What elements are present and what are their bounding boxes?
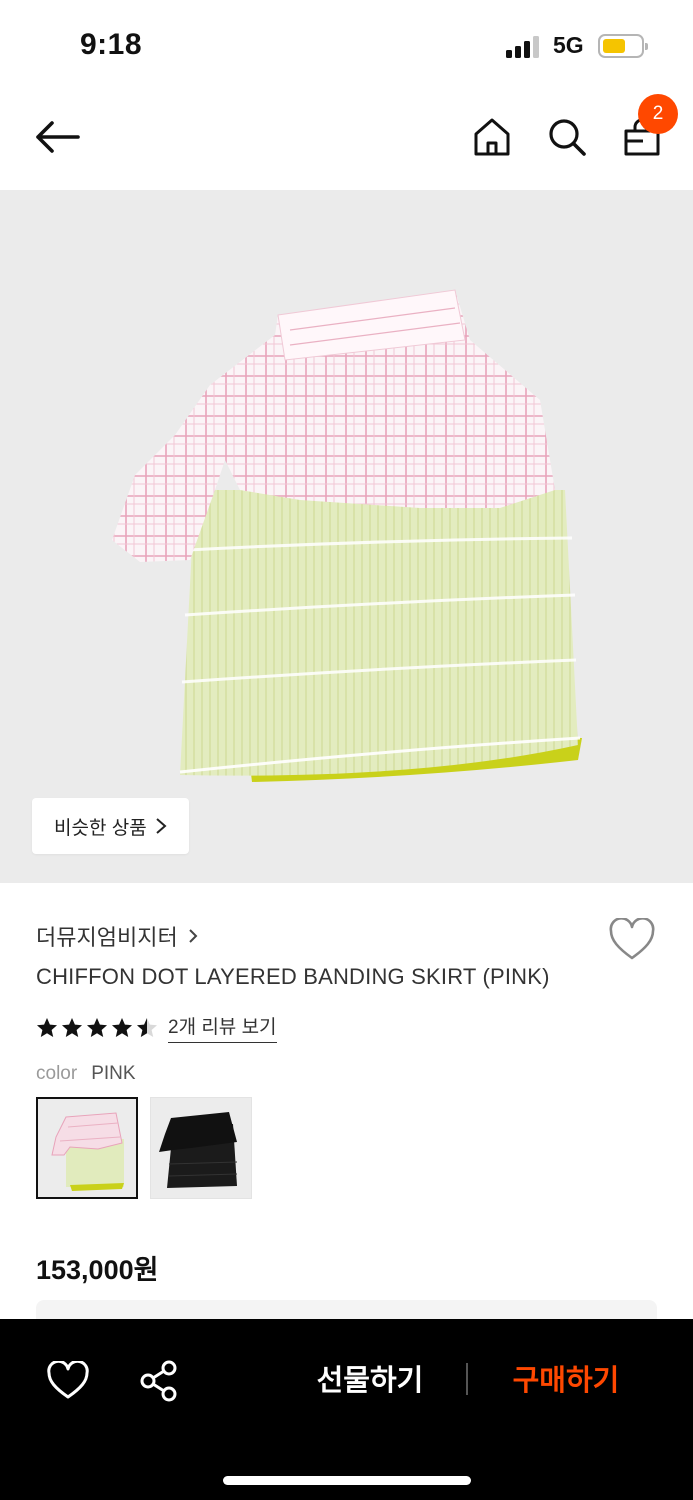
similar-products-label: 비슷한 상품 [54, 817, 147, 839]
network-label: 5G [553, 32, 584, 58]
home-indicator [223, 1476, 471, 1485]
review-link[interactable]: 2개 리뷰 보기 [168, 1012, 277, 1043]
product-photo [112, 289, 582, 782]
color-label: color [36, 1063, 78, 1084]
home-button[interactable] [468, 112, 516, 162]
home-icon [474, 118, 510, 156]
star-icon [62, 1017, 82, 1037]
cart-count-badge: 2 [638, 94, 678, 134]
bottom-action-bar: 선물하기 구매하기 [0, 1319, 693, 1500]
swatch-black-thumbnail [159, 1112, 238, 1188]
buy-button[interactable]: 구매하기 [496, 1359, 636, 1403]
product-title: CHIFFON DOT LAYERED BANDING SKIRT (PINK) [36, 964, 550, 989]
color-swatch-pink[interactable] [36, 1097, 138, 1199]
share-icon [140, 1360, 177, 1402]
rating-row: 2개 리뷰 보기 [36, 1012, 277, 1043]
similar-products-button[interactable]: 비슷한 상품 [32, 798, 189, 854]
divider [466, 1363, 468, 1395]
color-swatch-black[interactable] [150, 1097, 252, 1199]
rating-stars [36, 1017, 158, 1039]
brand-name: 더뮤지엄비지터 [36, 925, 178, 950]
wishlist-button[interactable] [608, 917, 656, 962]
top-nav-bar [0, 90, 693, 190]
swatch-pink-thumbnail [51, 1112, 124, 1191]
color-option-row: color PINK [36, 1063, 136, 1085]
price: 153,000원 [36, 1255, 159, 1285]
signal-strength-icon [506, 36, 542, 58]
share-button[interactable] [138, 1359, 180, 1403]
brand-link[interactable]: 더뮤지엄비지터 [36, 920, 198, 952]
battery-icon [598, 34, 648, 58]
star-icon [87, 1017, 107, 1037]
gift-button[interactable]: 선물하기 [300, 1359, 440, 1403]
search-icon [549, 119, 586, 156]
heart-icon [47, 1359, 89, 1399]
back-button[interactable] [30, 112, 84, 162]
chevron-right-icon [188, 929, 198, 943]
chevron-right-icon [156, 818, 167, 834]
status-bar: 9:18 5G [0, 0, 693, 90]
like-button[interactable] [46, 1359, 90, 1401]
heart-icon [609, 917, 655, 960]
color-value: PINK [91, 1063, 136, 1084]
product-image-gallery[interactable]: 비슷한 상품 [0, 190, 693, 883]
star-icon [112, 1017, 132, 1037]
star-icon [137, 1017, 157, 1037]
search-button[interactable] [543, 112, 591, 162]
star-icon [37, 1017, 57, 1037]
arrow-left-icon [36, 121, 80, 153]
status-time: 9:18 [80, 28, 143, 61]
